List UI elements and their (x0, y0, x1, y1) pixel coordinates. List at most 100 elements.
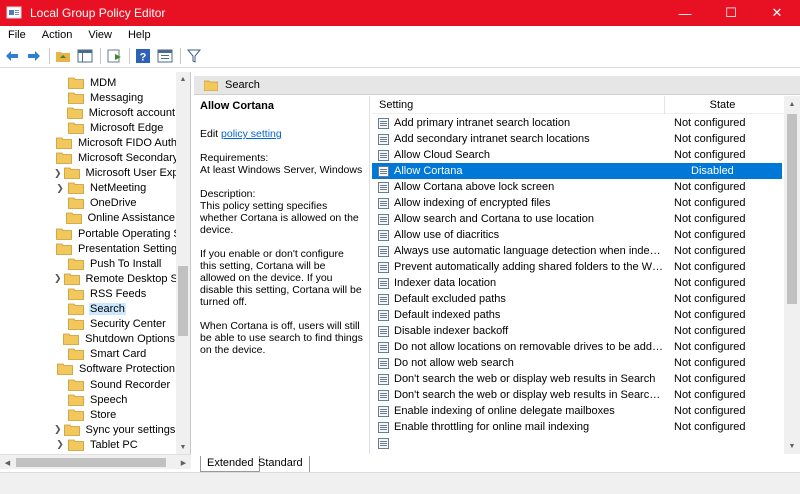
tree-item[interactable]: Security Center (0, 317, 176, 332)
scroll-down-arrow-icon[interactable]: ▼ (176, 440, 190, 454)
table-row[interactable]: Add secondary intranet search locations N… (372, 131, 782, 147)
scroll-left-arrow-icon[interactable]: ◀ (0, 455, 15, 470)
tree-item-label: Store (90, 408, 117, 421)
table-row[interactable]: Don't search the web or display web resu… (372, 371, 782, 387)
table-row[interactable]: Enable throttling for online mail indexi… (372, 419, 782, 435)
policy-setting-icon (378, 389, 389, 401)
menu-file[interactable]: File (0, 29, 34, 41)
tree-item[interactable]: Push To Install (0, 256, 176, 271)
table-row[interactable]: Do not allow web search Not configured (372, 355, 782, 371)
scrollbar-thumb[interactable] (787, 114, 797, 304)
list-vertical-scrollbar[interactable]: ▲ ▼ (784, 96, 800, 454)
scroll-up-arrow-icon[interactable]: ▲ (784, 96, 800, 112)
table-row[interactable]: Allow search and Cortana to use location… (372, 211, 782, 227)
setting-state: Not configured (674, 341, 746, 353)
folder-icon (68, 409, 84, 421)
scroll-up-arrow-icon[interactable]: ▲ (176, 72, 190, 86)
edit-policy-link[interactable]: policy setting (221, 128, 282, 140)
table-row[interactable]: Don't search the web or display web resu… (372, 387, 782, 403)
tree-item[interactable]: ❯ Microsoft User Expe (0, 166, 176, 181)
tree-item[interactable]: ❯ Sync your settings (0, 422, 176, 437)
menu-help[interactable]: Help (120, 29, 159, 41)
table-row[interactable]: Allow use of diacritics Not configured (372, 227, 782, 243)
close-button[interactable]: ✕ (754, 0, 800, 26)
tree-item[interactable]: Microsoft Edge (0, 120, 176, 135)
tree-horizontal-scrollbar[interactable]: ◀ ▶ (0, 454, 191, 469)
folder-icon (56, 137, 72, 149)
table-row[interactable] (372, 435, 782, 451)
export-list-icon[interactable] (104, 46, 124, 66)
column-header-setting[interactable]: Setting (372, 95, 665, 114)
folder-icon (68, 348, 84, 361)
tree-item[interactable]: RSS Feeds (0, 286, 176, 301)
tree-vertical-scrollbar[interactable]: ▲ ▼ (176, 72, 190, 454)
setting-name: Disable indexer backoff (394, 325, 509, 337)
scroll-right-arrow-icon[interactable]: ▶ (176, 455, 191, 470)
tree-item[interactable]: Software Protection (0, 362, 176, 377)
table-row[interactable]: Disable indexer backoff Not configured (372, 323, 782, 339)
menu-view[interactable]: View (80, 29, 120, 41)
tree-item[interactable]: Online Assistance (0, 211, 176, 226)
tree-item[interactable]: Shutdown Options (0, 332, 176, 347)
filter-icon[interactable] (184, 46, 204, 66)
table-row[interactable]: Default excluded paths Not configured (372, 291, 782, 307)
up-folder-icon[interactable] (53, 46, 73, 66)
table-row[interactable]: Always use automatic language detection … (372, 243, 782, 259)
scroll-down-arrow-icon[interactable]: ▼ (784, 438, 800, 454)
tree-item[interactable]: Microsoft account (0, 105, 176, 120)
folder-icon (68, 122, 84, 134)
menu-action[interactable]: Action (34, 29, 81, 41)
tab-standard[interactable]: Standard (252, 456, 310, 472)
tree-item-label: Push To Install (90, 257, 162, 270)
expand-arrow-icon[interactable]: ❯ (54, 439, 66, 450)
properties-icon[interactable] (155, 46, 175, 66)
tree-item[interactable]: Smart Card (0, 347, 176, 362)
table-row[interactable]: Do not allow locations on removable driv… (372, 339, 782, 355)
table-row[interactable]: Enable indexing of online delegate mailb… (372, 403, 782, 419)
tree-item[interactable]: ❯ Tablet PC (0, 437, 176, 452)
folder-icon (56, 152, 72, 164)
tree-item[interactable]: Presentation Setting (0, 241, 176, 256)
tree-item[interactable]: Speech (0, 392, 176, 407)
tree-item[interactable]: ❯ Remote Desktop Ser (0, 271, 176, 286)
table-row[interactable]: Indexer data location Not configured (372, 275, 782, 291)
expand-arrow-icon[interactable]: ❯ (54, 168, 62, 179)
scrollbar-thumb[interactable] (178, 266, 188, 336)
table-row[interactable]: Add primary intranet search location Not … (372, 115, 782, 131)
tree-item[interactable]: Microsoft FIDO Auth (0, 135, 176, 150)
tree-item[interactable]: Store (0, 407, 176, 422)
policy-setting-icon (378, 437, 389, 449)
expand-arrow-icon[interactable]: ❯ (54, 183, 66, 194)
folder-icon (68, 182, 84, 195)
tree-item[interactable]: Portable Operating S (0, 226, 176, 241)
table-row[interactable]: Default indexed paths Not configured (372, 307, 782, 323)
table-row[interactable]: Allow indexing of encrypted files Not con… (372, 195, 782, 211)
expand-arrow-icon[interactable]: ❯ (54, 273, 62, 284)
tree-item[interactable]: Messaging (0, 90, 176, 105)
maximize-button[interactable]: ☐ (708, 0, 754, 26)
table-row[interactable]: Allow Cortana Disabled (372, 163, 782, 179)
tree-item[interactable]: Microsoft Secondary (0, 151, 176, 166)
tree-item[interactable]: OneDrive (0, 196, 176, 211)
tree-item[interactable]: ❯ NetMeeting (0, 181, 176, 196)
column-header-state[interactable]: State (665, 99, 780, 111)
setting-name: Default indexed paths (394, 309, 501, 321)
table-row[interactable]: Allow Cortana above lock screen Not confi… (372, 179, 782, 195)
show-hide-tree-icon[interactable] (75, 46, 95, 66)
minimize-button[interactable]: — (662, 0, 708, 26)
tree-item[interactable]: Search (0, 302, 176, 317)
help-icon[interactable]: ? (133, 46, 153, 66)
tree-item[interactable]: MDM (0, 75, 176, 90)
toolbar-separator (180, 47, 181, 64)
table-row[interactable]: Prevent automatically adding shared fold… (372, 259, 782, 275)
tree-item[interactable]: Sound Recorder (0, 377, 176, 392)
folder-icon (68, 379, 84, 391)
description-label: Description: (200, 188, 256, 200)
setting-state: Not configured (674, 149, 746, 161)
forward-arrow-icon[interactable] (24, 46, 44, 66)
back-arrow-icon[interactable] (2, 46, 22, 66)
expand-arrow-icon[interactable]: ❯ (54, 424, 62, 435)
setting-name: Always use automatic language detection … (394, 245, 664, 257)
table-row[interactable]: Allow Cloud Search Not configured (372, 147, 782, 163)
scrollbar-thumb[interactable] (16, 458, 166, 467)
